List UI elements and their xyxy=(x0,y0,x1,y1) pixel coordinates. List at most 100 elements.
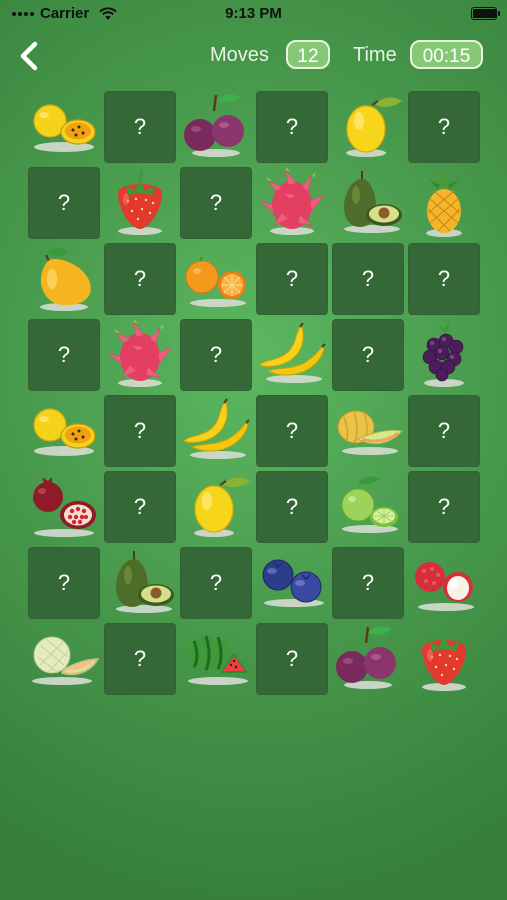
revealed-card-banana xyxy=(180,395,252,467)
question-mark: ? xyxy=(57,570,71,595)
lemon-icon xyxy=(346,97,402,157)
hidden-card[interactable]: ? xyxy=(256,395,328,467)
hidden-card[interactable]: ? xyxy=(28,167,100,239)
back-chevron-icon[interactable] xyxy=(14,40,46,72)
lychee-icon xyxy=(415,562,474,611)
hidden-card[interactable]: ? xyxy=(332,319,404,391)
revealed-card-dragon-fruit xyxy=(256,167,328,239)
hidden-card[interactable]: ? xyxy=(332,547,404,619)
revealed-card-avocado xyxy=(332,167,404,239)
battery-level xyxy=(473,9,497,18)
hidden-card[interactable]: ? xyxy=(408,471,480,543)
pomegranate-icon xyxy=(33,477,96,537)
card-grid: ? ? ?? ? ? ? ? ? ? ? ? ? ? ? ? ? ? ? ? ?… xyxy=(28,91,480,695)
mango-icon xyxy=(40,247,91,311)
revealed-card-pomegranate xyxy=(28,471,100,543)
question-mark: ? xyxy=(285,418,299,443)
question-mark: ? xyxy=(361,342,375,367)
revealed-card-passion-fruit xyxy=(28,395,100,467)
orange-icon xyxy=(185,256,246,307)
hidden-card[interactable]: ? xyxy=(104,395,176,467)
hidden-card[interactable]: ? xyxy=(408,243,480,315)
question-mark: ? xyxy=(133,494,147,519)
question-mark: ? xyxy=(133,418,147,443)
hidden-card[interactable]: ? xyxy=(332,243,404,315)
hidden-card[interactable]: ? xyxy=(408,395,480,467)
status-bar: Carrier 9:13 PM xyxy=(0,0,507,28)
game-header: Moves 12 Time 00:15 xyxy=(0,36,507,76)
revealed-card-plum xyxy=(180,91,252,163)
question-mark: ? xyxy=(209,570,223,595)
honeydew-icon xyxy=(32,636,100,685)
question-mark: ? xyxy=(57,190,71,215)
plum-icon xyxy=(184,94,244,157)
moves-label: Moves xyxy=(210,44,269,66)
hidden-card[interactable]: ? xyxy=(28,547,100,619)
question-mark: ? xyxy=(133,646,147,671)
revealed-card-honeydew xyxy=(28,623,100,695)
revealed-card-lychee xyxy=(408,547,480,619)
hidden-card[interactable]: ? xyxy=(104,623,176,695)
revealed-card-pineapple xyxy=(408,167,480,239)
avocado-icon xyxy=(116,551,174,613)
revealed-card-lime xyxy=(332,471,404,543)
hidden-card[interactable]: ? xyxy=(104,243,176,315)
plum-icon xyxy=(336,626,396,689)
passion-fruit-icon xyxy=(33,408,96,456)
lemon-icon xyxy=(194,477,250,537)
lime-icon xyxy=(341,476,398,533)
dragon-fruit-icon xyxy=(107,319,173,387)
revealed-card-banana xyxy=(256,319,328,391)
dragon-fruit-icon xyxy=(259,167,325,235)
revealed-card-lemon xyxy=(180,471,252,543)
question-mark: ? xyxy=(209,190,223,215)
watermelon-icon xyxy=(186,635,248,685)
moves-counter: 12 xyxy=(286,40,330,69)
hidden-card[interactable]: ? xyxy=(180,319,252,391)
hidden-card[interactable]: ? xyxy=(104,471,176,543)
question-mark: ? xyxy=(285,494,299,519)
hidden-card[interactable]: ? xyxy=(256,91,328,163)
revealed-card-passion-fruit xyxy=(28,91,100,163)
question-mark: ? xyxy=(437,494,451,519)
revealed-card-blueberry xyxy=(256,547,328,619)
question-mark: ? xyxy=(285,114,299,139)
revealed-card-watermelon xyxy=(180,623,252,695)
hidden-card[interactable]: ? xyxy=(180,547,252,619)
revealed-card-lemon xyxy=(332,91,404,163)
avocado-icon xyxy=(344,171,402,233)
question-mark: ? xyxy=(285,266,299,291)
battery-icon xyxy=(471,7,500,20)
question-mark: ? xyxy=(437,266,451,291)
revealed-card-plum xyxy=(332,623,404,695)
strawberry-icon xyxy=(118,170,162,235)
hidden-card[interactable]: ? xyxy=(408,91,480,163)
passion-fruit-icon xyxy=(33,104,96,152)
hidden-card[interactable]: ? xyxy=(104,91,176,163)
question-mark: ? xyxy=(57,342,71,367)
banana-icon xyxy=(259,322,326,383)
revealed-card-orange xyxy=(180,243,252,315)
question-mark: ? xyxy=(361,266,375,291)
time-counter: 00:15 xyxy=(410,40,483,69)
strawberry-icon xyxy=(422,626,466,691)
question-mark: ? xyxy=(437,114,451,139)
revealed-card-blackberry xyxy=(408,319,480,391)
blackberry-icon xyxy=(422,321,464,387)
revealed-card-strawberry xyxy=(408,623,480,695)
revealed-card-mango xyxy=(28,243,100,315)
time-label: Time xyxy=(353,44,397,66)
status-time: 9:13 PM xyxy=(225,5,282,22)
hidden-card[interactable]: ? xyxy=(180,167,252,239)
revealed-card-dragon-fruit xyxy=(104,319,176,391)
revealed-card-cantaloupe xyxy=(332,395,404,467)
hidden-card[interactable]: ? xyxy=(256,623,328,695)
question-mark: ? xyxy=(285,646,299,671)
cantaloupe-icon xyxy=(337,410,403,455)
hidden-card[interactable]: ? xyxy=(28,319,100,391)
revealed-card-strawberry xyxy=(104,167,176,239)
question-mark: ? xyxy=(437,418,451,443)
hidden-card[interactable]: ? xyxy=(256,243,328,315)
question-mark: ? xyxy=(209,342,223,367)
hidden-card[interactable]: ? xyxy=(256,471,328,543)
